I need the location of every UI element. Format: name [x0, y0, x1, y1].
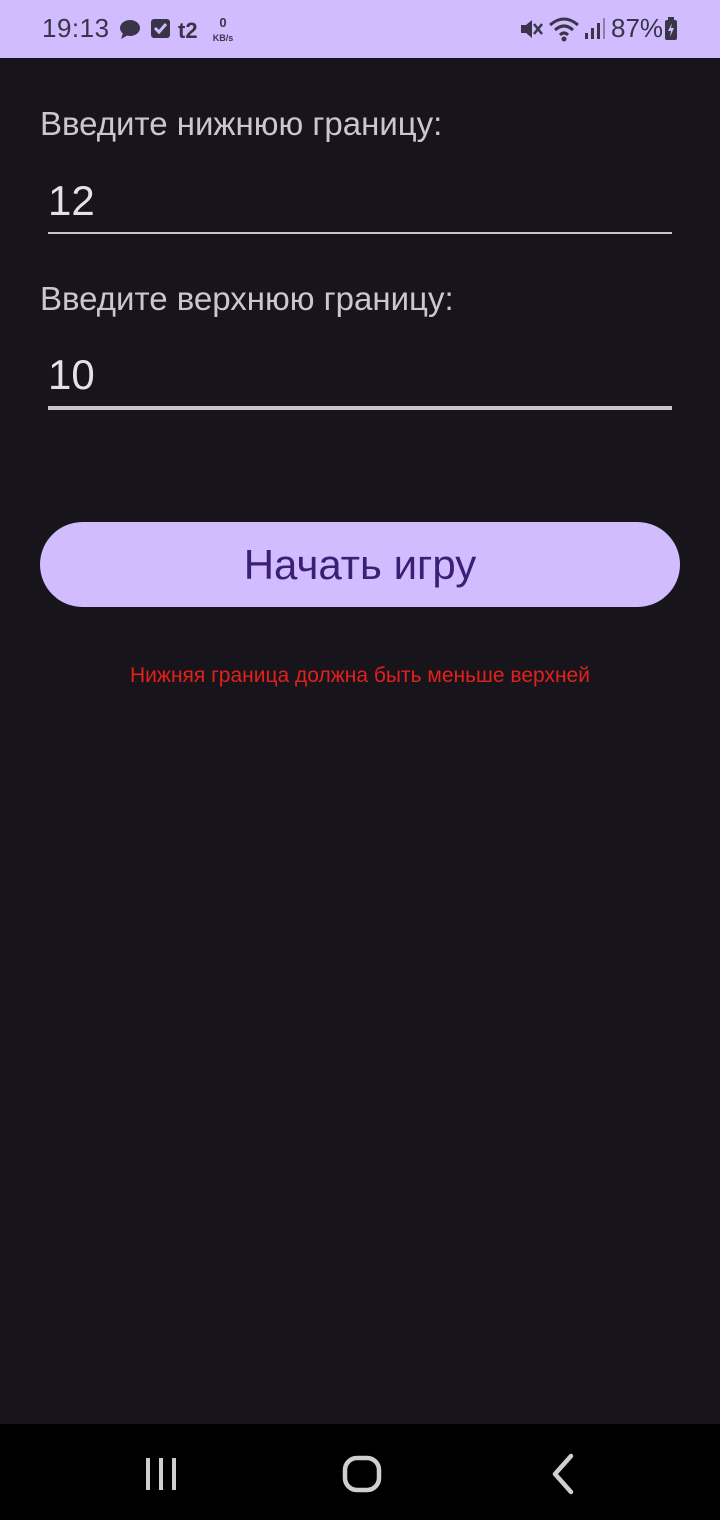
error-message: Нижняя граница должна быть меньше верхне… — [130, 664, 590, 687]
checkbox-notification-icon — [151, 19, 170, 38]
battery-percent: 87% — [611, 13, 664, 43]
recent-apps-icon[interactable] — [131, 1446, 191, 1502]
data-rate-value: 0 — [219, 15, 226, 30]
back-icon[interactable] — [533, 1446, 593, 1502]
lower-bound-underline — [48, 232, 672, 234]
start-game-button[interactable]: Начать игру — [40, 522, 680, 607]
t2-carrier-icon: t2 — [178, 18, 198, 43]
svg-text:t2: t2 — [178, 18, 198, 43]
upper-bound-label: Введите верхнюю границу: — [40, 280, 454, 317]
main-content: Введите нижнюю границу: Введите верхнюю … — [0, 58, 720, 1424]
message-icon — [120, 20, 140, 39]
upper-bound-input[interactable] — [48, 344, 672, 406]
upper-bound-underline — [48, 406, 672, 410]
status-time: 19:13 — [42, 13, 110, 43]
signal-icon — [585, 18, 605, 39]
lower-bound-label: Введите нижнюю границу: — [40, 105, 443, 142]
lower-bound-input[interactable] — [48, 170, 672, 232]
navigation-bar — [0, 1424, 720, 1520]
home-icon[interactable] — [332, 1446, 392, 1502]
data-rate-unit: KB/s — [213, 33, 234, 43]
wifi-icon — [549, 17, 579, 42]
mute-icon — [521, 20, 543, 38]
status-bar: 19:13 t2 0 KB/s 87% — [0, 0, 720, 58]
data-rate-indicator: 0 KB/s — [213, 15, 234, 43]
battery-charging-icon — [665, 17, 677, 40]
